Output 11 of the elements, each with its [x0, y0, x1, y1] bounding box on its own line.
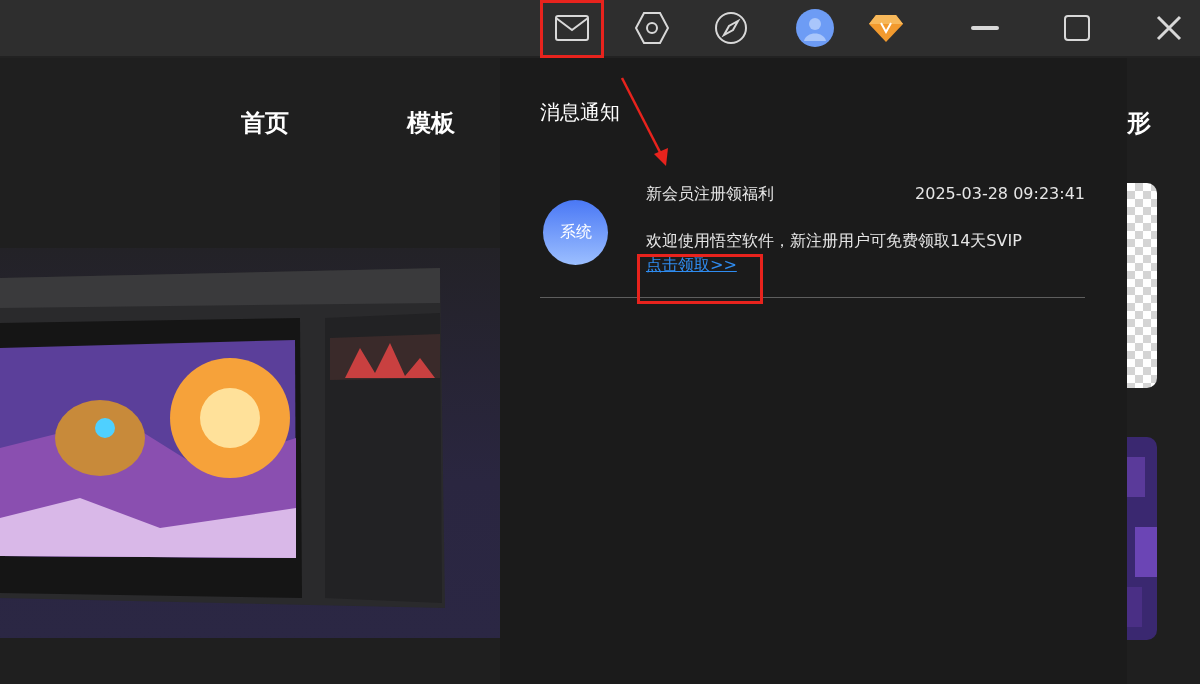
panel-title: 消息通知 [540, 99, 621, 126]
nav-link[interactable]: 形 [1127, 106, 1151, 146]
nav-link[interactable]: 首页 [241, 106, 289, 146]
nav-link[interactable]: 模板 [407, 106, 455, 146]
message-text: 欢迎使用悟空软件，新注册用户可免费领取14天SVIP [646, 230, 1023, 252]
highlight-frame [540, 0, 604, 58]
message-title: 新会员注册领福利 [646, 183, 774, 205]
sender-avatar: 系统 [543, 200, 608, 265]
claim-link[interactable]: 点击领取>> [646, 253, 737, 277]
user-avatar-icon[interactable] [795, 8, 835, 48]
message-time: 2025-03-28 09:23:41 [915, 183, 1085, 205]
